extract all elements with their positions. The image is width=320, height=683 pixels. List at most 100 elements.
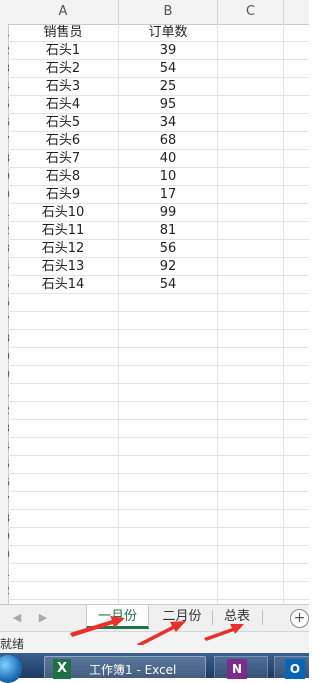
cell-b[interactable]: 54	[119, 60, 217, 78]
cell-c[interactable]	[218, 150, 283, 168]
cell-a[interactable]: 石头2	[8, 60, 118, 78]
cell-c[interactable]	[218, 384, 283, 402]
cell-b[interactable]: 17	[119, 186, 217, 204]
cell-b[interactable]: 81	[119, 222, 217, 240]
scroll-right-icon[interactable]: ▶	[36, 611, 50, 624]
cell-c[interactable]	[218, 294, 283, 312]
cell-b[interactable]: 68	[119, 132, 217, 150]
cell-b[interactable]: 54	[119, 276, 217, 294]
start-button-icon[interactable]	[0, 655, 22, 683]
cell-a[interactable]: 石头10	[8, 204, 118, 222]
cell-b[interactable]: 10	[119, 168, 217, 186]
cell-c[interactable]	[218, 492, 283, 510]
cell-c[interactable]	[218, 510, 283, 528]
cell-c[interactable]	[218, 276, 283, 294]
cell-c[interactable]	[218, 222, 283, 240]
cell-b[interactable]: 订单数	[119, 24, 217, 42]
cell-a[interactable]	[8, 582, 118, 600]
cell-a[interactable]	[8, 330, 118, 348]
cell-b[interactable]: 25	[119, 78, 217, 96]
cell-a[interactable]	[8, 312, 118, 330]
cell-c[interactable]	[218, 114, 283, 132]
cell-b[interactable]	[119, 582, 217, 600]
cell-a[interactable]: 石头3	[8, 78, 118, 96]
cell-b[interactable]	[119, 510, 217, 528]
cell-b[interactable]: 40	[119, 150, 217, 168]
cell-grid[interactable]: 1销售员订单数2石头1393石头2544石头3255石头4956石头5347石头…	[8, 24, 309, 604]
cell-c[interactable]	[218, 582, 283, 600]
cell-c[interactable]	[218, 24, 283, 42]
cell-c[interactable]	[218, 168, 283, 186]
cell-b[interactable]	[119, 474, 217, 492]
cell-b[interactable]	[119, 438, 217, 456]
cell-b[interactable]	[119, 312, 217, 330]
cell-c[interactable]	[218, 420, 283, 438]
cell-b[interactable]	[119, 456, 217, 474]
cell-a[interactable]	[8, 384, 118, 402]
cell-c[interactable]	[218, 240, 283, 258]
cell-a[interactable]	[8, 510, 118, 528]
cell-a[interactable]: 石头11	[8, 222, 118, 240]
cell-c[interactable]	[218, 186, 283, 204]
cell-c[interactable]	[218, 78, 283, 96]
cell-a[interactable]	[8, 492, 118, 510]
cell-c[interactable]	[218, 402, 283, 420]
cell-a[interactable]: 销售员	[8, 24, 118, 42]
cell-a[interactable]: 石头1	[8, 42, 118, 60]
cell-a[interactable]	[8, 366, 118, 384]
cell-c[interactable]	[218, 474, 283, 492]
cell-b[interactable]: 34	[119, 114, 217, 132]
cell-a[interactable]	[8, 294, 118, 312]
cell-b[interactable]: 95	[119, 96, 217, 114]
cell-a[interactable]: 石头14	[8, 276, 118, 294]
cell-b[interactable]: 56	[119, 240, 217, 258]
cell-b[interactable]	[119, 294, 217, 312]
cell-a[interactable]	[8, 564, 118, 582]
cell-c[interactable]	[218, 96, 283, 114]
cell-a[interactable]	[8, 456, 118, 474]
cell-b[interactable]	[119, 366, 217, 384]
cell-a[interactable]	[8, 438, 118, 456]
column-header-b[interactable]: B	[119, 0, 218, 24]
cell-c[interactable]	[218, 456, 283, 474]
cell-b[interactable]	[119, 348, 217, 366]
cell-a[interactable]: 石头9	[8, 186, 118, 204]
cell-a[interactable]	[8, 420, 118, 438]
cell-c[interactable]	[218, 204, 283, 222]
cell-b[interactable]: 39	[119, 42, 217, 60]
cell-a[interactable]	[8, 402, 118, 420]
cell-b[interactable]: 99	[119, 204, 217, 222]
scroll-left-icon[interactable]: ◀	[10, 611, 24, 624]
cell-b[interactable]	[119, 384, 217, 402]
cell-c[interactable]	[218, 564, 283, 582]
cell-b[interactable]: 92	[119, 258, 217, 276]
cell-a[interactable]: 石头5	[8, 114, 118, 132]
cell-b[interactable]	[119, 564, 217, 582]
cell-c[interactable]	[218, 546, 283, 564]
cell-c[interactable]	[218, 258, 283, 276]
cell-a[interactable]	[8, 528, 118, 546]
tab-sheet-2[interactable]: 二月份	[153, 605, 211, 629]
cell-a[interactable]: 石头13	[8, 258, 118, 276]
cell-b[interactable]	[119, 546, 217, 564]
cell-a[interactable]: 石头8	[8, 168, 118, 186]
column-header-a[interactable]: A	[8, 0, 119, 24]
tab-sheet-3[interactable]: 总表	[214, 605, 260, 629]
cell-b[interactable]	[119, 330, 217, 348]
taskbar-onenote[interactable]: N	[214, 656, 268, 680]
cell-b[interactable]	[119, 492, 217, 510]
cell-a[interactable]: 石头6	[8, 132, 118, 150]
add-sheet-icon[interactable]: +	[290, 609, 309, 628]
cell-a[interactable]	[8, 474, 118, 492]
cell-c[interactable]	[218, 366, 283, 384]
cell-a[interactable]: 石头12	[8, 240, 118, 258]
cell-c[interactable]	[218, 60, 283, 78]
cell-a[interactable]: 石头7	[8, 150, 118, 168]
taskbar-outlook[interactable]: O	[274, 656, 316, 680]
cell-c[interactable]	[218, 330, 283, 348]
cell-a[interactable]: 石头4	[8, 96, 118, 114]
cell-a[interactable]	[8, 348, 118, 366]
cell-b[interactable]	[119, 402, 217, 420]
cell-c[interactable]	[218, 312, 283, 330]
cell-b[interactable]	[119, 420, 217, 438]
